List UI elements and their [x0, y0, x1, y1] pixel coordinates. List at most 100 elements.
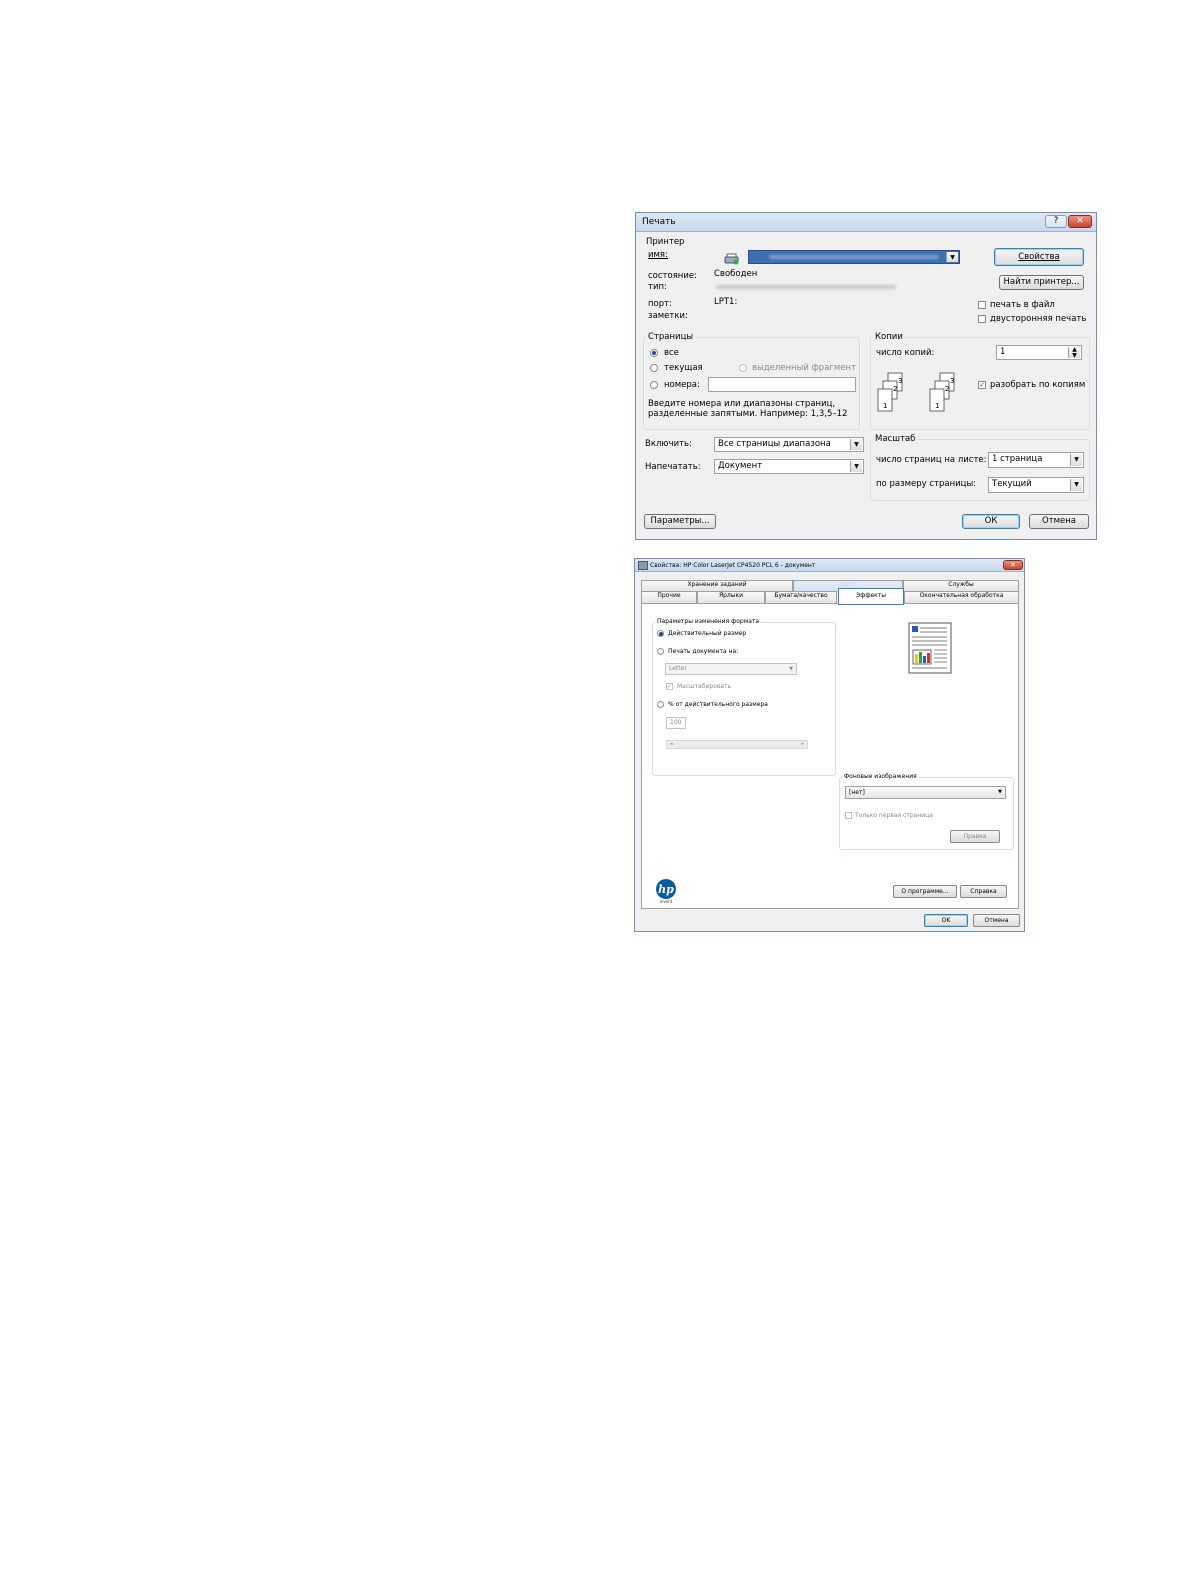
arrow-right-icon[interactable]: ▸: [801, 741, 804, 748]
pages-selection-radio[interactable]: [739, 364, 747, 372]
tab-other[interactable]: Прочие: [641, 591, 697, 603]
tab-paper-quality[interactable]: Бумага/качество: [765, 591, 837, 603]
actual-size-label: Действительный размер: [668, 630, 747, 637]
print-what-label: Напечатать:: [645, 462, 701, 472]
printer-name-combo[interactable]: ▼: [748, 250, 960, 264]
print-on-radio[interactable]: [657, 648, 664, 655]
pages-all-label: все: [664, 348, 679, 358]
tab-services[interactable]: Службы: [903, 580, 1019, 591]
include-value: Все страницы диапазона: [718, 439, 831, 449]
pages-per-sheet-label: число страниц на листе:: [876, 455, 987, 465]
percent-slider[interactable]: ◂ ▸: [666, 740, 808, 749]
edit-button[interactable]: Правка: [950, 830, 1000, 843]
pages-numbers-radio[interactable]: [650, 381, 658, 389]
tab-job-storage[interactable]: Хранение заданий: [641, 580, 793, 591]
ok-button[interactable]: OK: [924, 914, 968, 927]
print-dialog-titlebar: Печать ? ✕: [636, 213, 1096, 232]
copies-count-value: 1: [1000, 347, 1006, 357]
scale-to-fit-label: Масштабировать: [677, 683, 732, 690]
collate-digit-3b: 3: [950, 377, 954, 385]
close-icon[interactable]: ✕: [1068, 215, 1092, 228]
spinner-icon[interactable]: ▲ ▼: [1068, 347, 1080, 359]
chevron-down-icon[interactable]: ▼: [1070, 454, 1082, 466]
scale-to-paper-label: по размеру страницы:: [876, 479, 977, 489]
watermark-combo[interactable]: [нет] ▼: [845, 786, 1006, 799]
properties-dialog: Свойства: HP Color LaserJet CP4520 PCL 6…: [634, 558, 1025, 932]
resize-group: [652, 622, 836, 776]
watermark-value: [нет]: [849, 789, 865, 796]
options-button[interactable]: Параметры...: [644, 514, 716, 529]
print-to-file-checkbox[interactable]: [978, 301, 986, 309]
percent-of-actual-radio[interactable]: [657, 701, 664, 708]
port-label: порт:: [648, 299, 672, 309]
scale-to-fit-checkbox[interactable]: ✓: [666, 683, 673, 690]
collate-digit-3a: 3: [898, 377, 902, 385]
tab-shortcuts[interactable]: Ярлыки: [697, 591, 765, 603]
include-combo[interactable]: Все страницы диапазона ▼: [714, 437, 864, 452]
chevron-down-icon[interactable]: ▼: [1070, 479, 1082, 491]
notes-label: заметки:: [648, 311, 688, 321]
print-dialog: Печать ? ✕ Принтер имя: ▼ Свойства состо…: [635, 212, 1097, 540]
printer-group-label: Принтер: [646, 237, 685, 247]
first-page-only-checkbox[interactable]: [845, 812, 852, 819]
chevron-down-icon[interactable]: ▼: [998, 787, 1002, 798]
resize-group-label: Параметры изменения формата: [655, 618, 762, 625]
printer-icon: [724, 250, 740, 265]
pages-numbers-label: номера:: [664, 380, 700, 390]
pages-all-radio[interactable]: [650, 349, 658, 357]
pages-selection-label: выделенный фрагмент: [752, 363, 857, 373]
chevron-down-icon[interactable]: ▼: [850, 439, 862, 450]
pages-numbers-input[interactable]: [708, 377, 856, 392]
pages-group-label: Страницы: [646, 332, 696, 342]
percent-of-actual-label: % от действительного размера: [668, 701, 768, 708]
print-to-file-label: печать в файл: [990, 300, 1055, 310]
tab-effects[interactable]: Эффекты: [838, 588, 904, 605]
about-button[interactable]: О программе...: [893, 885, 957, 898]
percent-input[interactable]: 100: [666, 717, 686, 729]
properties-title: Свойства: HP Color LaserJet CP4520 PCL 6…: [650, 562, 816, 569]
paper-size-value: Letter: [669, 665, 687, 672]
actual-size-radio[interactable]: [657, 630, 664, 637]
include-label: Включить:: [645, 439, 692, 449]
type-label: тип:: [648, 282, 667, 292]
scale-to-paper-combo[interactable]: Текущий ▼: [988, 477, 1084, 493]
hp-logo: hp invent: [654, 878, 678, 904]
copies-count-input[interactable]: 1 ▲ ▼: [996, 345, 1082, 360]
help-button[interactable]: Справка: [960, 885, 1007, 898]
chevron-down-icon[interactable]: ▼: [850, 461, 862, 472]
copies-count-label: число копий:: [876, 348, 935, 358]
properties-titlebar: Свойства: HP Color LaserJet CP4520 PCL 6…: [635, 559, 1024, 572]
percent-value: 100: [670, 719, 682, 726]
cancel-button[interactable]: Отмена: [1029, 514, 1089, 529]
help-icon[interactable]: ?: [1045, 215, 1067, 228]
properties-button[interactable]: Свойства: [994, 248, 1084, 266]
pages-current-radio[interactable]: [650, 364, 658, 372]
close-icon[interactable]: ✕: [1003, 560, 1023, 570]
collate-digit-2a: 2: [893, 385, 897, 393]
chevron-down-icon[interactable]: ▼: [789, 664, 793, 674]
pages-hint-line1: Введите номера или диапазоны страниц,: [648, 399, 836, 409]
hp-logo-subtitle: invent: [660, 899, 673, 904]
copies-group-label: Копии: [873, 332, 905, 342]
print-what-combo[interactable]: Документ ▼: [714, 459, 864, 474]
collate-icon: 3 2 1 3 2 1: [876, 371, 966, 413]
find-printer-button[interactable]: Найти принтер...: [999, 275, 1084, 290]
collate-label: разобрать по копиям: [990, 380, 1086, 390]
scale-to-paper-value: Текущий: [992, 479, 1032, 489]
tab-finishing[interactable]: Окончательная обработка: [904, 591, 1019, 603]
ok-button[interactable]: ОК: [962, 514, 1020, 529]
print-on-label: Печать документа на:: [668, 648, 739, 655]
print-what-value: Документ: [718, 461, 763, 471]
status-label: состояние:: [648, 271, 697, 281]
paper-size-combo[interactable]: Letter ▼: [665, 663, 797, 675]
hp-logo-text: hp: [658, 883, 674, 896]
cancel-button[interactable]: Отмена: [973, 914, 1020, 927]
pages-per-sheet-combo[interactable]: 1 страница ▼: [988, 452, 1084, 468]
duplex-checkbox[interactable]: [978, 315, 986, 323]
print-dialog-title: Печать: [642, 217, 676, 227]
collate-checkbox[interactable]: ✓: [978, 381, 986, 389]
chevron-down-icon[interactable]: ▼: [946, 252, 958, 262]
arrow-left-icon[interactable]: ◂: [670, 741, 673, 748]
printer-small-icon: [638, 561, 648, 570]
printer-name-value: [769, 255, 939, 259]
